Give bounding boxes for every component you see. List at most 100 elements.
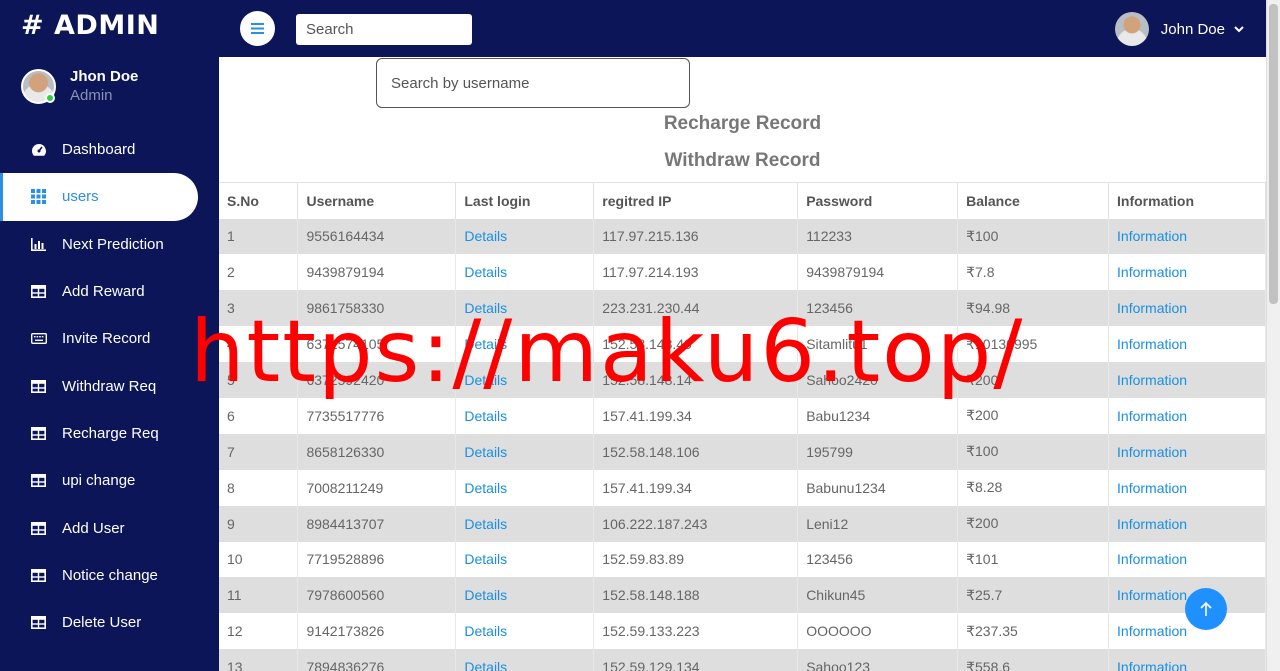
- table-cell: 117.97.215.136: [593, 218, 799, 255]
- cell-balance: ₹200: [966, 515, 999, 532]
- sidebar-item-label: Withdraw Req: [62, 377, 157, 395]
- information-link[interactable]: Information: [1117, 372, 1187, 388]
- avatar: [1114, 12, 1149, 46]
- sidebar-item-add-reward[interactable]: Add Reward: [0, 268, 219, 315]
- details-link[interactable]: Details: [464, 480, 507, 496]
- sidebar-item-recharge-req[interactable]: Recharge Req: [0, 410, 219, 457]
- recharge-record-link[interactable]: Recharge Record: [219, 113, 1266, 135]
- table-cell: ₹237.35: [957, 613, 1110, 650]
- cell-sno: 5: [227, 372, 235, 388]
- table-cell: 8984413707: [297, 505, 457, 542]
- details-link[interactable]: Details: [464, 408, 507, 424]
- dashboard-gauge-icon: [30, 143, 47, 157]
- profile-name: Jhon Doe: [70, 68, 139, 85]
- table-cell: Information: [1108, 541, 1266, 578]
- details-link[interactable]: Details: [464, 228, 507, 244]
- information-link[interactable]: Information: [1117, 480, 1187, 496]
- cell-sno: 13: [227, 659, 243, 671]
- information-link[interactable]: Information: [1117, 659, 1187, 671]
- sidebar-item-dashboard[interactable]: Dashboard: [0, 126, 219, 173]
- details-link[interactable]: Details: [464, 551, 507, 567]
- cell-sno: 10: [227, 551, 243, 568]
- sidebar-item-invite-record[interactable]: Invite Record: [0, 315, 219, 362]
- table-cell: Information: [1108, 397, 1266, 434]
- information-link[interactable]: Information: [1117, 587, 1187, 603]
- information-link[interactable]: Information: [1117, 516, 1187, 532]
- table-cell: Chikun45: [797, 577, 959, 614]
- sidebar-item-label: Invite Record: [62, 330, 151, 348]
- scrollbar-thumb[interactable]: [1269, 4, 1278, 304]
- cell-registered-ip: 117.97.215.136: [602, 228, 699, 245]
- table-cell: 9556164434: [297, 218, 457, 255]
- table-cell: Sahoo123: [797, 649, 959, 671]
- table-cell: Details: [455, 649, 595, 671]
- hamburger-icon: [251, 23, 264, 34]
- information-link[interactable]: Information: [1117, 264, 1187, 280]
- table-cell: Information: [1108, 290, 1266, 327]
- table-body: 1 9556164434 Details 117.97.215.136 112233 ₹1…: [219, 218, 1266, 671]
- table-cell: 9439879194: [797, 254, 959, 291]
- table-cell: Details: [455, 218, 595, 255]
- details-link[interactable]: Details: [464, 444, 507, 460]
- column-header-balance: Balance: [957, 182, 1110, 219]
- cell-registered-ip: 152.58.148.14: [602, 372, 692, 388]
- cell-balance: ₹100: [966, 227, 999, 244]
- information-link[interactable]: Information: [1117, 300, 1187, 316]
- details-link[interactable]: Details: [464, 336, 507, 352]
- cell-sno: 4: [227, 336, 235, 353]
- cell-username: 8658126330: [306, 443, 385, 460]
- menu-toggle-button[interactable]: [240, 11, 275, 46]
- information-link[interactable]: Information: [1117, 623, 1187, 639]
- table-cell: 7735517776: [297, 397, 457, 434]
- page-scrollbar[interactable]: [1266, 0, 1280, 671]
- table-icon: [30, 426, 47, 440]
- column-header-information: Information: [1108, 182, 1266, 219]
- sidebar-item-notice-change[interactable]: Notice change: [0, 552, 219, 599]
- details-link[interactable]: Details: [464, 623, 507, 639]
- cell-sno: 9: [227, 515, 235, 532]
- cell-registered-ip: 152.58.148.188: [602, 587, 700, 604]
- cell-username: 9556164434: [306, 228, 385, 245]
- table-cell: 10: [219, 541, 299, 578]
- details-link[interactable]: Details: [464, 300, 507, 316]
- sidebar-item-upi-change[interactable]: upi change: [0, 457, 219, 504]
- sidebar-item-label: Dashboard: [62, 141, 136, 159]
- details-link[interactable]: Details: [464, 516, 507, 532]
- chevron-down-icon: [1234, 25, 1244, 32]
- column-header-registered-ip: regitred IP: [593, 182, 799, 219]
- cell-password: Babunu1234: [806, 479, 886, 496]
- sidebar-item-label: upi change: [62, 472, 136, 490]
- cell-registered-ip: 223.231.230.44: [602, 300, 700, 317]
- information-link[interactable]: Information: [1117, 336, 1187, 352]
- online-status-icon: [45, 93, 55, 103]
- details-link[interactable]: Details: [464, 372, 507, 388]
- arrow-up-icon: [1200, 601, 1212, 616]
- cell-password: 195799: [806, 443, 853, 460]
- information-link[interactable]: Information: [1117, 551, 1187, 567]
- cell-sno: 12: [227, 623, 243, 640]
- table-cell: 152.59.133.223: [593, 613, 799, 650]
- top-search-input[interactable]: [296, 14, 472, 45]
- sidebar-item-delete-user[interactable]: Delete User: [0, 599, 219, 646]
- details-link[interactable]: Details: [464, 587, 507, 603]
- details-link[interactable]: Details: [464, 264, 507, 280]
- information-link[interactable]: Information: [1117, 408, 1187, 424]
- sidebar-item-withdraw-req[interactable]: Withdraw Req: [0, 362, 219, 409]
- sidebar-item-add-user[interactable]: Add User: [0, 504, 219, 551]
- table-cell: ₹558.6: [957, 649, 1110, 671]
- cell-balance: ₹101: [966, 550, 999, 567]
- withdraw-record-link[interactable]: Withdraw Record: [219, 150, 1266, 172]
- column-header-password: Password: [797, 182, 959, 219]
- sidebar-item-next-prediction[interactable]: Next Prediction: [0, 221, 219, 268]
- scroll-to-top-button[interactable]: [1185, 588, 1227, 630]
- table-cell: 9142173826: [297, 613, 457, 650]
- cell-balance: ₹237.35: [966, 622, 1018, 639]
- information-link[interactable]: Information: [1117, 228, 1187, 244]
- brand-logo[interactable]: # ADMIN: [21, 10, 159, 41]
- sidebar-item-users[interactable]: users: [0, 173, 198, 221]
- user-menu[interactable]: John Doe: [1114, 12, 1244, 46]
- username-search-input[interactable]: [376, 58, 690, 108]
- details-link[interactable]: Details: [464, 659, 507, 671]
- information-link[interactable]: Information: [1117, 444, 1187, 460]
- table-cell: 9861758330: [297, 290, 457, 327]
